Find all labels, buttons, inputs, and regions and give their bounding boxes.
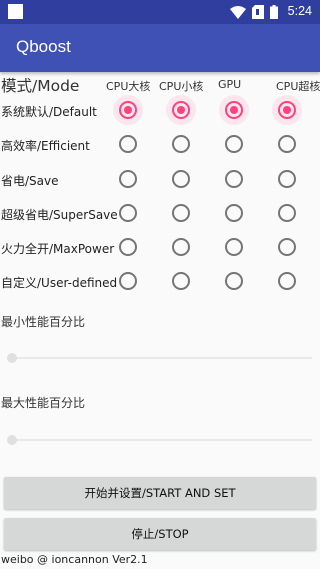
radio-button[interactable] xyxy=(172,135,190,153)
mode-row-label: 系统默认/Default xyxy=(1,105,97,119)
column-header-cpu-prime: CPU超核 xyxy=(276,80,320,93)
sim-no-signal-icon xyxy=(252,5,264,19)
radio-button[interactable] xyxy=(172,101,190,119)
radio-button[interactable] xyxy=(278,204,296,222)
status-bar: 5:24 xyxy=(0,0,320,24)
radio-button[interactable] xyxy=(172,204,190,222)
radio-button[interactable] xyxy=(119,272,137,290)
radio-button[interactable] xyxy=(278,272,296,290)
radio-button[interactable] xyxy=(225,272,243,290)
radio-button[interactable] xyxy=(225,170,243,188)
radio-button[interactable] xyxy=(119,204,137,222)
radio-button[interactable] xyxy=(119,101,137,119)
radio-button[interactable] xyxy=(225,204,243,222)
mode-header: 模式/Mode xyxy=(1,77,80,95)
column-header-gpu: GPU xyxy=(218,78,242,91)
min-performance-label: 最小性能百分比 xyxy=(1,315,86,329)
radio-button[interactable] xyxy=(225,135,243,153)
mode-row-label: 超级省电/SuperSave xyxy=(1,208,118,222)
radio-button[interactable] xyxy=(278,170,296,188)
radio-button[interactable] xyxy=(278,238,296,256)
app-bar: Qboost xyxy=(0,24,320,72)
wifi-icon xyxy=(230,5,246,19)
radio-button[interactable] xyxy=(172,170,190,188)
mode-row-label: 高效率/Efficient xyxy=(1,139,90,153)
max-performance-thumb[interactable] xyxy=(7,435,17,445)
app-title: Qboost xyxy=(16,37,71,56)
battery-icon xyxy=(270,5,278,19)
radio-button[interactable] xyxy=(119,238,137,256)
radio-button[interactable] xyxy=(119,135,137,153)
max-performance-label: 最大性能百分比 xyxy=(1,396,86,410)
status-icons xyxy=(230,5,278,19)
radio-button[interactable] xyxy=(225,101,243,119)
app-screen: 5:24 Qboost 模式/Mode CPU大核 CPU小核 GPU CPU超… xyxy=(0,0,320,569)
column-header-cpu-big: CPU大核 xyxy=(106,80,151,93)
footer-credit: weibo @ ioncannon Ver2.1 xyxy=(1,553,148,566)
min-performance-seekbar[interactable] xyxy=(10,357,312,359)
radio-button[interactable] xyxy=(172,272,190,290)
main-content: 模式/Mode CPU大核 CPU小核 GPU CPU超核 系统默认/Defau… xyxy=(0,72,320,569)
mode-row-label: 火力全开/MaxPower xyxy=(1,242,115,256)
min-performance-thumb[interactable] xyxy=(7,353,17,363)
radio-button[interactable] xyxy=(278,135,296,153)
radio-button[interactable] xyxy=(278,101,296,119)
radio-button[interactable] xyxy=(225,238,243,256)
clock-time: 5:24 xyxy=(287,4,312,18)
stop-button[interactable]: 停止/STOP xyxy=(4,518,316,550)
radio-button[interactable] xyxy=(119,170,137,188)
mode-row-label: 省电/Save xyxy=(1,174,59,188)
mode-row-label: 自定义/User-defined xyxy=(1,276,118,290)
notification-icon xyxy=(8,4,23,19)
start-and-set-button[interactable]: 开始并设置/START AND SET xyxy=(4,477,316,509)
max-performance-seekbar[interactable] xyxy=(10,439,312,441)
radio-button[interactable] xyxy=(172,238,190,256)
column-header-cpu-little: CPU小核 xyxy=(159,80,204,93)
